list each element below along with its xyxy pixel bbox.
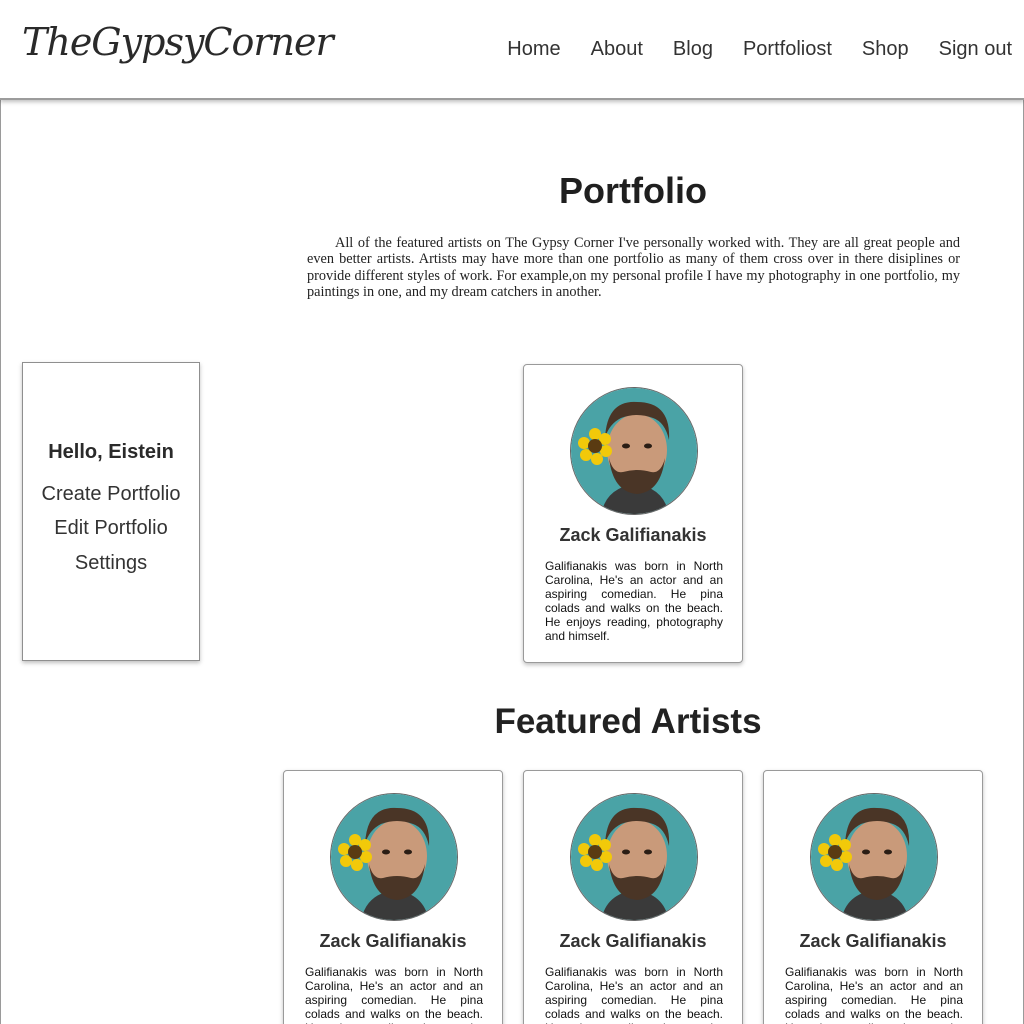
user-greeting: Hello, Eistein — [48, 441, 174, 463]
settings-link[interactable]: Settings — [23, 552, 199, 575]
edit-portfolio-link[interactable]: Edit Portfolio — [23, 517, 199, 540]
featured-artist-card[interactable]: Zack Galifianakis Galifianakis was born … — [283, 770, 503, 1024]
featured-artists-title: Featured Artists — [494, 702, 762, 741]
main-nav: Home About Blog Portfoliost Shop Sign ou… — [507, 38, 1012, 61]
artist-bio: Galifianakis was born in North Carolina,… — [545, 965, 723, 1024]
profile-card[interactable]: Zack Galifianakis Galifianakis was born … — [523, 364, 743, 663]
artist-portrait-icon — [571, 794, 697, 920]
artist-portrait-icon — [331, 794, 457, 920]
site-header: TheGypsyCorner Home About Blog Portfolio… — [0, 0, 1024, 100]
artist-bio: Galifianakis was born in North Carolina,… — [785, 965, 963, 1024]
user-panel: Hello, Eistein Create Portfolio Edit Por… — [22, 362, 200, 661]
artist-portrait-icon — [571, 388, 697, 514]
nav-portfolio[interactable]: Portfoliost — [743, 38, 832, 61]
nav-blog[interactable]: Blog — [673, 38, 713, 61]
create-portfolio-link[interactable]: Create Portfolio — [23, 483, 199, 506]
nav-home[interactable]: Home — [507, 38, 560, 61]
featured-artist-card[interactable]: Zack Galifianakis Galifianakis was born … — [523, 770, 743, 1024]
artist-name: Zack Galifianakis — [559, 931, 707, 951]
artist-bio: Galifianakis was born in North Carolina,… — [545, 559, 723, 643]
avatar — [330, 793, 458, 921]
nav-sign-out[interactable]: Sign out — [939, 38, 1012, 61]
artist-name: Zack Galifianakis — [799, 931, 947, 951]
avatar — [810, 793, 938, 921]
page-title: Portfolio — [559, 170, 707, 211]
featured-artist-card[interactable]: Zack Galifianakis Galifianakis was born … — [763, 770, 983, 1024]
artist-bio: Galifianakis was born in North Carolina,… — [305, 965, 483, 1024]
nav-shop[interactable]: Shop — [862, 38, 909, 61]
avatar — [570, 387, 698, 515]
artist-name: Zack Galifianakis — [319, 931, 467, 951]
nav-about[interactable]: About — [591, 38, 643, 61]
artist-name: Zack Galifianakis — [559, 525, 707, 545]
avatar — [570, 793, 698, 921]
intro-paragraph: All of the featured artists on The Gypsy… — [307, 235, 960, 300]
artist-portrait-icon — [811, 794, 937, 920]
site-logo[interactable]: TheGypsyCorner — [22, 20, 334, 64]
